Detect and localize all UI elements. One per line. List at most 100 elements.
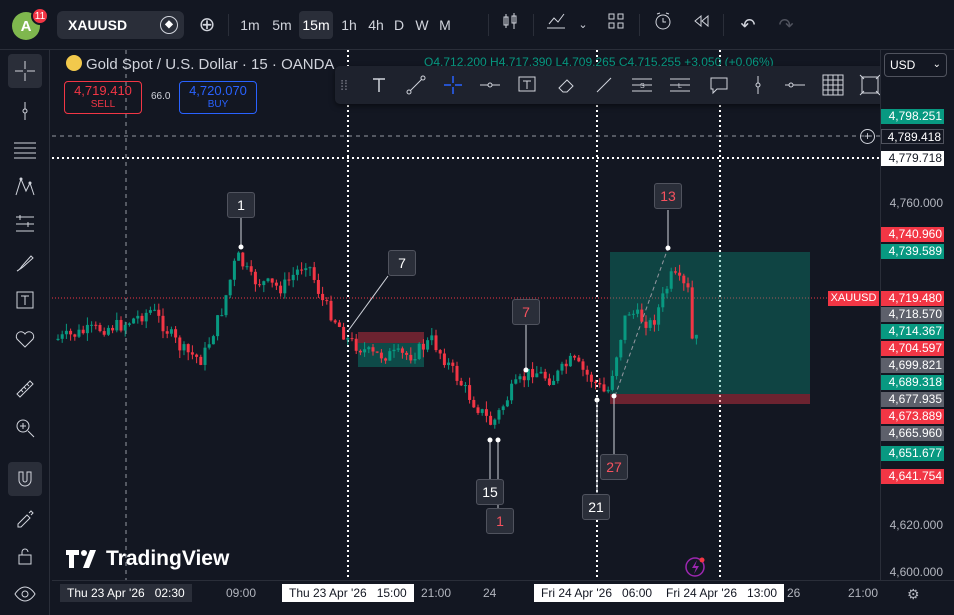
candle-body	[694, 334, 698, 339]
redo-icon[interactable]: ↷	[774, 11, 798, 39]
interval-5m[interactable]: 5m	[268, 11, 296, 39]
candle-body	[589, 374, 593, 382]
annotation-label[interactable]: 21	[582, 494, 610, 520]
long-position-profit-zone[interactable]	[610, 252, 810, 394]
price-axis-label: 4,714.367	[881, 324, 944, 339]
magnet-icon[interactable]	[8, 462, 42, 496]
candle-body	[140, 315, 144, 322]
layouts-icon[interactable]	[604, 11, 628, 39]
brush-icon[interactable]	[8, 246, 42, 280]
candle-body	[619, 339, 623, 358]
symbol-search[interactable]: XAUUSD ◆	[57, 11, 184, 39]
short-position-stop-zone[interactable]	[358, 332, 424, 343]
candle-body	[560, 363, 564, 371]
annotation-label[interactable]: 7	[388, 250, 416, 276]
candle-body	[94, 324, 98, 326]
candle-body	[417, 343, 421, 359]
candle-body	[195, 354, 199, 357]
drag-handle-icon[interactable]: ⁞⁞	[337, 71, 351, 99]
vertical-line-time-label: Fri 24 Apr '26 13:00	[659, 584, 785, 602]
interval-m[interactable]: M	[435, 11, 455, 39]
fib-retracement-icon[interactable]	[8, 207, 42, 241]
anchor-point[interactable]	[238, 244, 244, 250]
long-position-stop-zone[interactable]	[610, 394, 810, 404]
chart-pane[interactable]	[52, 50, 880, 580]
price-axis-label: 4,798.251	[881, 109, 944, 124]
watermark-text: TradingView	[106, 547, 230, 570]
interval-1h[interactable]: 1h	[337, 11, 361, 39]
chevron-down-icon[interactable]: ⌄	[576, 11, 590, 39]
anchor-point[interactable]	[594, 397, 600, 403]
buy-label: BUY	[207, 99, 229, 110]
interval-d[interactable]: D	[391, 11, 407, 39]
lock-drawing-icon[interactable]	[8, 500, 42, 534]
annotation-label[interactable]: 1	[227, 192, 255, 218]
anchor-point[interactable]	[523, 367, 529, 373]
price-chart[interactable]	[52, 50, 880, 580]
horizontal-ray-icon[interactable]	[476, 71, 504, 99]
annotation-label[interactable]: 1	[486, 508, 514, 534]
vertical-line-icon[interactable]	[744, 71, 772, 99]
long-position-icon[interactable]: L	[666, 71, 694, 99]
short-position-icon[interactable]: S	[628, 71, 656, 99]
interval-1m[interactable]: 1m	[237, 11, 263, 39]
currency-select[interactable]: USD ⌄	[884, 53, 947, 77]
horizontal-line-icon[interactable]	[781, 71, 809, 99]
anchor-point[interactable]	[487, 437, 493, 443]
ruler-icon[interactable]	[8, 372, 42, 406]
candle-body	[585, 369, 589, 375]
alert-clock-icon[interactable]	[650, 11, 676, 39]
add-alert-icon[interactable]: +	[860, 129, 875, 144]
trend-line-icon[interactable]	[8, 94, 42, 128]
comment-icon[interactable]	[705, 71, 733, 99]
eye-icon[interactable]	[8, 577, 42, 611]
compare-add-icon[interactable]: ⊕	[195, 11, 219, 39]
horizontal-lines-icon[interactable]	[8, 132, 42, 166]
eraser-icon[interactable]	[552, 71, 580, 99]
settings-gear-icon[interactable]: ⚙	[907, 586, 920, 603]
lock-icon[interactable]	[8, 539, 42, 573]
symbol-legend[interactable]: Gold Spot / U.S. Dollar · 15 · OANDA	[66, 55, 334, 73]
annotation-label[interactable]: 7	[512, 299, 540, 325]
lightning-bolt-glyph	[692, 560, 699, 574]
candle-body	[396, 348, 400, 350]
candle-body	[211, 336, 215, 345]
replay-icon[interactable]	[689, 11, 713, 39]
candle-body	[329, 300, 333, 321]
text-icon[interactable]	[365, 71, 393, 99]
crosshair-icon[interactable]	[439, 71, 467, 99]
buy-button[interactable]: 4,720.070 BUY	[179, 81, 257, 114]
interval-4h[interactable]: 4h	[364, 11, 388, 39]
candle-body	[165, 331, 169, 334]
crosshair-icon[interactable]	[8, 54, 42, 88]
grid-icon[interactable]	[819, 71, 847, 99]
line-icon[interactable]	[590, 71, 618, 99]
sell-button[interactable]: 4,719.410 SELL	[64, 81, 142, 114]
text-box-icon[interactable]	[513, 71, 541, 99]
zoom-in-icon[interactable]	[8, 411, 42, 445]
divider	[533, 14, 534, 36]
interval-15m[interactable]: 15m	[299, 11, 333, 39]
annotation-label[interactable]: 13	[654, 183, 682, 209]
text-tool-icon[interactable]	[8, 283, 42, 317]
anchor-point[interactable]	[495, 437, 501, 443]
trend-line-icon[interactable]	[402, 71, 430, 99]
candles-icon[interactable]	[498, 11, 522, 39]
candle-body	[438, 350, 442, 354]
vertical-line-time-label: Thu 23 Apr '26 15:00	[282, 584, 414, 602]
pattern-icon[interactable]	[8, 169, 42, 203]
indicators-icon[interactable]	[543, 11, 569, 39]
heart-icon[interactable]	[8, 322, 42, 356]
chevron-down-icon: ⌄	[932, 59, 941, 70]
candle-body	[484, 409, 488, 416]
anchor-point[interactable]	[665, 245, 671, 251]
undo-icon[interactable]: ↶	[736, 11, 760, 39]
price-axis-label: 4,677.935	[881, 392, 944, 407]
anchor-point[interactable]	[611, 393, 617, 399]
interval-w[interactable]: W	[412, 11, 432, 39]
annotation-label[interactable]: 15	[476, 479, 504, 505]
diamond-icon[interactable]: ◆	[160, 16, 178, 34]
candle-body	[648, 320, 652, 328]
candle-body	[594, 381, 598, 384]
annotation-label[interactable]: 27	[600, 454, 628, 480]
